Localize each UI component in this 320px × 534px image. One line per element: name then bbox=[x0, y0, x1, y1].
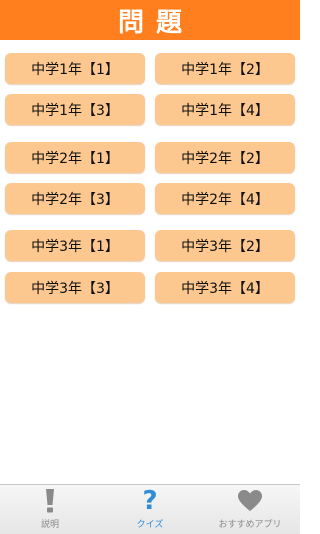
quiz-button-2-3[interactable]: 中学2年【3】 bbox=[5, 183, 145, 214]
quiz-button-2-4[interactable]: 中学2年【4】 bbox=[155, 183, 295, 214]
question-mark-icon: ? bbox=[142, 486, 158, 516]
quiz-button-1-2[interactable]: 中学1年【2】 bbox=[155, 53, 295, 84]
tab-recommended-apps[interactable]: おすすめアプリ bbox=[200, 485, 300, 534]
quiz-button-3-3[interactable]: 中学3年【3】 bbox=[5, 272, 145, 303]
quiz-button-3-4[interactable]: 中学3年【4】 bbox=[155, 272, 295, 303]
tab-recommended-apps-label: おすすめアプリ bbox=[218, 520, 282, 530]
tab-quiz[interactable]: ? クイズ bbox=[100, 485, 200, 534]
quiz-button-2-2[interactable]: 中学2年【2】 bbox=[155, 142, 295, 173]
page-title: 問題 bbox=[117, 7, 194, 38]
quiz-button-3-2[interactable]: 中学3年【2】 bbox=[155, 230, 295, 261]
quiz-button-1-1[interactable]: 中学1年【1】 bbox=[5, 53, 145, 84]
header-bar: 問題 bbox=[0, 0, 300, 40]
tab-explanation-label: 説明 bbox=[40, 520, 59, 530]
heart-icon bbox=[237, 487, 263, 515]
quiz-button-3-1[interactable]: 中学3年【1】 bbox=[5, 230, 145, 261]
quiz-button-1-4[interactable]: 中学1年【4】 bbox=[155, 94, 295, 125]
exclamation-icon bbox=[43, 487, 57, 515]
quiz-button-2-1[interactable]: 中学2年【1】 bbox=[5, 142, 145, 173]
tab-explanation[interactable]: 説明 bbox=[0, 485, 100, 534]
tab-quiz-label: クイズ bbox=[136, 520, 164, 530]
quiz-button-1-3[interactable]: 中学1年【3】 bbox=[5, 94, 145, 125]
tab-bar: 説明 ? クイズ おすすめアプリ bbox=[0, 484, 300, 534]
